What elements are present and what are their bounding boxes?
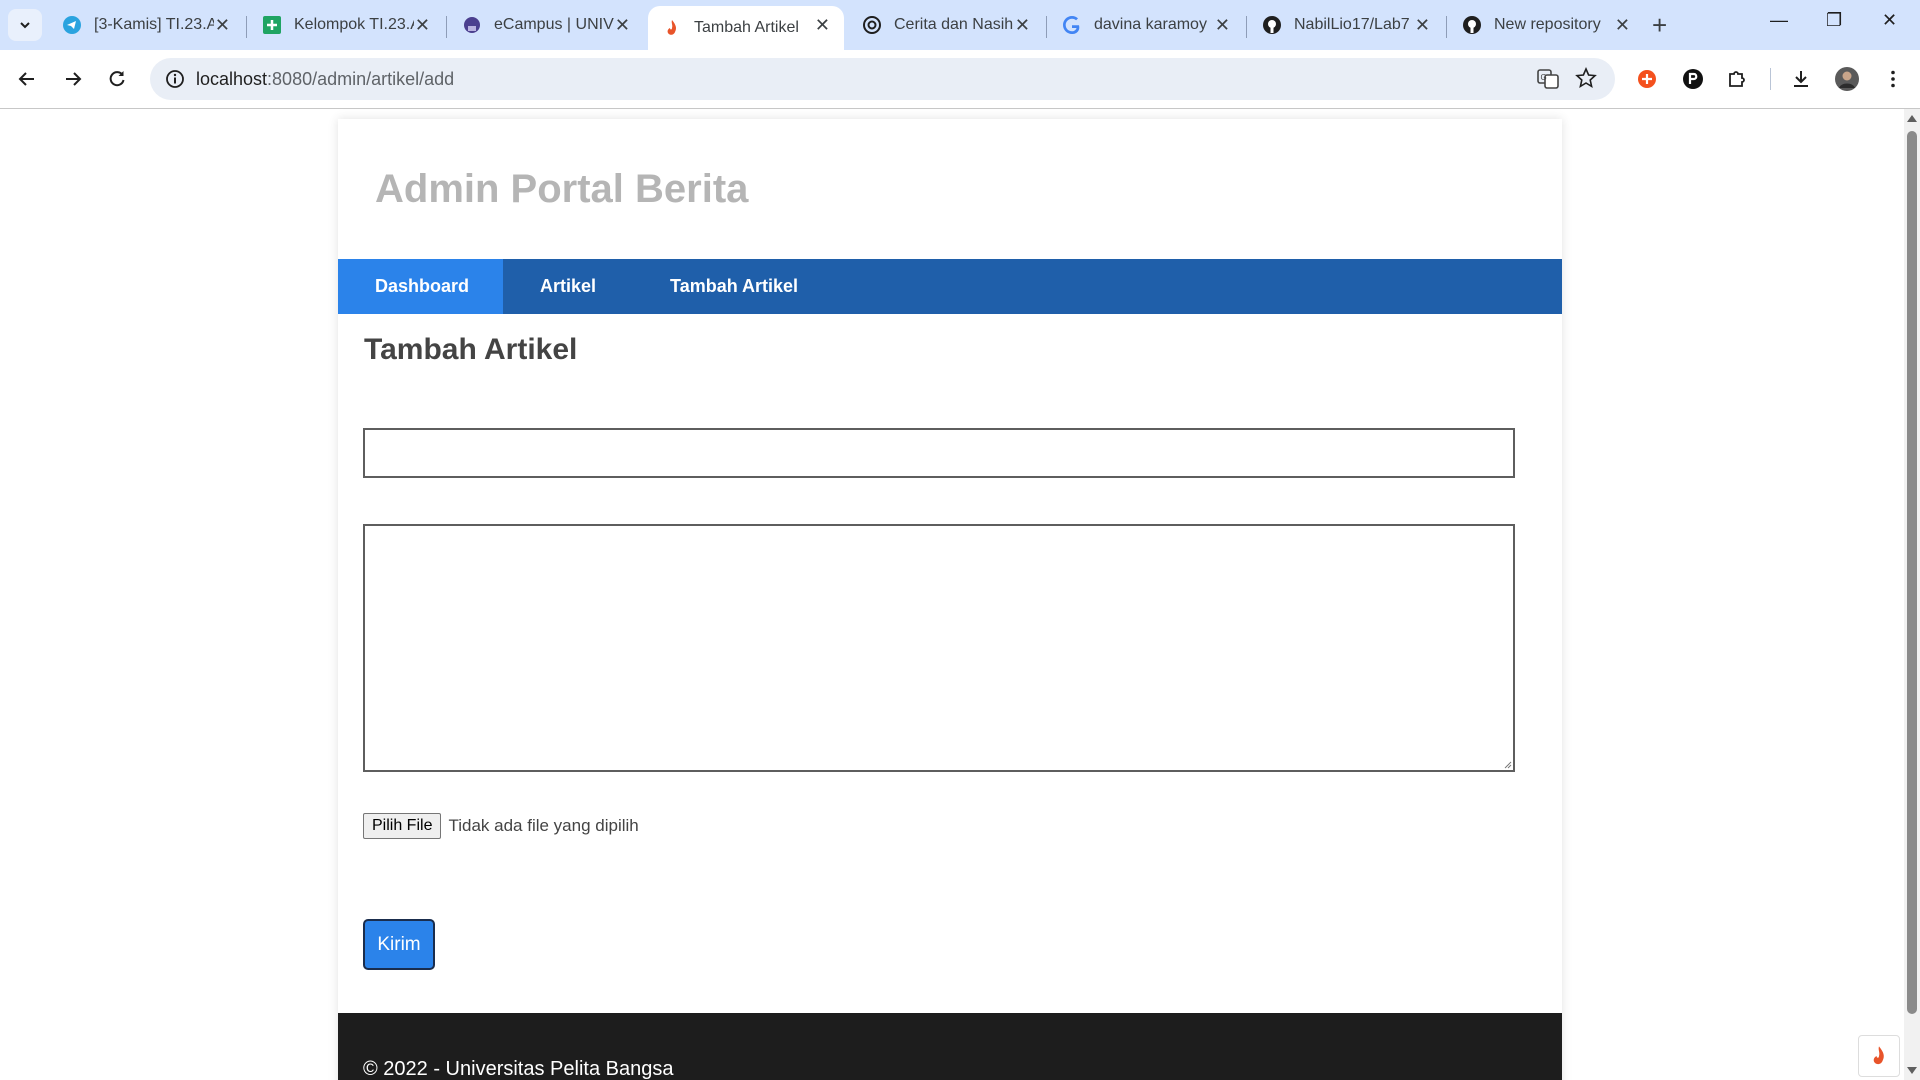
tab-label: Cerita dan Nasih <box>894 16 1014 33</box>
arrow-right-icon <box>66 72 82 86</box>
profile-button[interactable] <box>1832 64 1862 94</box>
arrow-left-icon <box>18 72 34 86</box>
page-container: Admin Portal Berita Dashboard Artikel Ta… <box>338 119 1562 1080</box>
minimize-icon[interactable]: — <box>1770 10 1788 31</box>
main-nav: Dashboard Artikel Tambah Artikel <box>338 259 1562 314</box>
content-textarea[interactable] <box>363 524 1515 772</box>
github-icon <box>1262 15 1282 35</box>
tab-label: Tambah Artikel <box>694 19 799 36</box>
reload-button[interactable] <box>102 64 132 94</box>
browser-tab[interactable]: Cerita dan Nasih ✕ <box>848 6 1044 44</box>
github-icon <box>1462 15 1482 35</box>
url-path: :8080/admin/artikel/add <box>267 69 455 89</box>
browser-menu-button[interactable] <box>1878 64 1908 94</box>
reload-icon <box>109 71 125 87</box>
submit-button[interactable]: Kirim <box>363 919 435 970</box>
chevron-down-icon <box>20 22 30 29</box>
more-vert-icon <box>1891 70 1895 88</box>
download-icon <box>1794 71 1808 87</box>
close-icon[interactable]: ✕ <box>215 15 230 36</box>
site-info-icon[interactable] <box>164 68 186 95</box>
close-icon[interactable]: ✕ <box>1615 15 1630 36</box>
close-icon[interactable]: ✕ <box>615 15 630 36</box>
browser-tab[interactable]: New repository ✕ <box>1448 6 1644 44</box>
downloads-button[interactable] <box>1786 64 1816 94</box>
site-footer: © 2022 - Universitas Pelita Bangsa <box>338 1013 1562 1080</box>
browser-tab[interactable]: Kelompok TI.23.A ✕ <box>248 6 444 44</box>
extension-plus-icon <box>1638 70 1656 88</box>
svg-text:G: G <box>1541 73 1547 82</box>
codeigniter-flame-icon <box>1873 1046 1884 1065</box>
file-status-text: Tidak ada file yang dipilih <box>448 816 639 835</box>
page-title: Tambah Artikel <box>364 333 578 366</box>
tab-strip: [3-Kamis] TI.23.A ✕ Kelompok TI.23.A ✕ e… <box>0 0 1920 50</box>
close-icon[interactable]: ✕ <box>815 15 830 36</box>
tab-label: Kelompok TI.23.A <box>294 16 414 33</box>
telegram-icon <box>62 15 82 35</box>
forward-button[interactable] <box>58 64 88 94</box>
scroll-thumb[interactable] <box>1907 131 1917 1014</box>
sheets-plus-icon <box>262 15 282 35</box>
ecampus-icon <box>462 15 482 35</box>
resize-grip-icon[interactable] <box>1502 759 1512 769</box>
site-header: Admin Portal Berita <box>338 119 1562 249</box>
close-icon[interactable]: ✕ <box>1415 15 1430 36</box>
nav-item-dashboard[interactable]: Dashboard <box>338 259 503 314</box>
url-text: localhost:8080/admin/artikel/add <box>196 69 454 90</box>
close-icon[interactable]: ✕ <box>415 15 430 36</box>
choose-file-button[interactable]: Pilih File <box>363 813 442 839</box>
browser-tab[interactable]: davina karamoy ✕ <box>1048 6 1244 44</box>
nav-item-artikel[interactable]: Artikel <box>503 259 633 314</box>
footer-copyright: © 2022 - Universitas Pelita Bangsa <box>363 1058 674 1080</box>
new-tab-button[interactable]: + <box>1652 10 1667 41</box>
extension-black-button[interactable] <box>1678 64 1708 94</box>
extension-orange-button[interactable] <box>1632 64 1662 94</box>
tab-search-button[interactable] <box>8 9 42 41</box>
close-icon[interactable]: ✕ <box>1215 15 1230 36</box>
tab-label: [3-Kamis] TI.23.A <box>94 16 214 33</box>
browser-toolbar: localhost:8080/admin/artikel/add G <box>0 50 1920 109</box>
extension-p-icon <box>1683 69 1703 89</box>
back-button[interactable] <box>12 64 42 94</box>
tab-label: New repository <box>1494 16 1601 33</box>
address-bar[interactable]: localhost:8080/admin/artikel/add G <box>150 58 1615 100</box>
vertical-scrollbar[interactable] <box>1904 109 1920 1080</box>
window-close-icon[interactable]: ✕ <box>1882 10 1897 31</box>
avatar <box>1835 67 1859 91</box>
tab-label: NabilLio17/Lab7 <box>1294 16 1410 33</box>
title-input[interactable] <box>363 428 1515 478</box>
codeigniter-debug-toolbar-button[interactable] <box>1858 1035 1900 1077</box>
extensions-button[interactable] <box>1722 64 1752 94</box>
site-title: Admin Portal Berita <box>375 167 749 211</box>
tab-label: davina karamoy <box>1094 16 1207 33</box>
browser-tab[interactable]: [3-Kamis] TI.23.A ✕ <box>48 6 244 44</box>
page-viewport: Admin Portal Berita Dashboard Artikel Ta… <box>0 109 1904 1080</box>
scroll-up-arrow-icon[interactable] <box>1907 115 1917 122</box>
restore-icon[interactable]: ❐ <box>1826 10 1842 31</box>
openai-icon <box>862 15 882 35</box>
tab-label: eCampus | UNIVE <box>494 16 614 33</box>
browser-tab-active[interactable]: Tambah Artikel ✕ <box>648 6 844 50</box>
close-icon[interactable]: ✕ <box>1015 15 1030 36</box>
puzzle-icon <box>1729 71 1745 87</box>
nav-item-tambah-artikel[interactable]: Tambah Artikel <box>633 259 835 314</box>
translate-icon[interactable]: G <box>1537 68 1559 95</box>
url-host: localhost <box>196 69 268 89</box>
codeigniter-flame-icon <box>662 18 682 38</box>
scroll-down-arrow-icon[interactable] <box>1907 1067 1917 1074</box>
browser-tab[interactable]: NabilLio17/Lab7 ✕ <box>1248 6 1444 44</box>
google-icon <box>1062 15 1082 35</box>
bookmark-star-icon[interactable] <box>1575 66 1597 94</box>
browser-tab[interactable]: eCampus | UNIVE ✕ <box>448 6 644 44</box>
file-upload: Pilih File Tidak ada file yang dipilih <box>363 813 639 839</box>
